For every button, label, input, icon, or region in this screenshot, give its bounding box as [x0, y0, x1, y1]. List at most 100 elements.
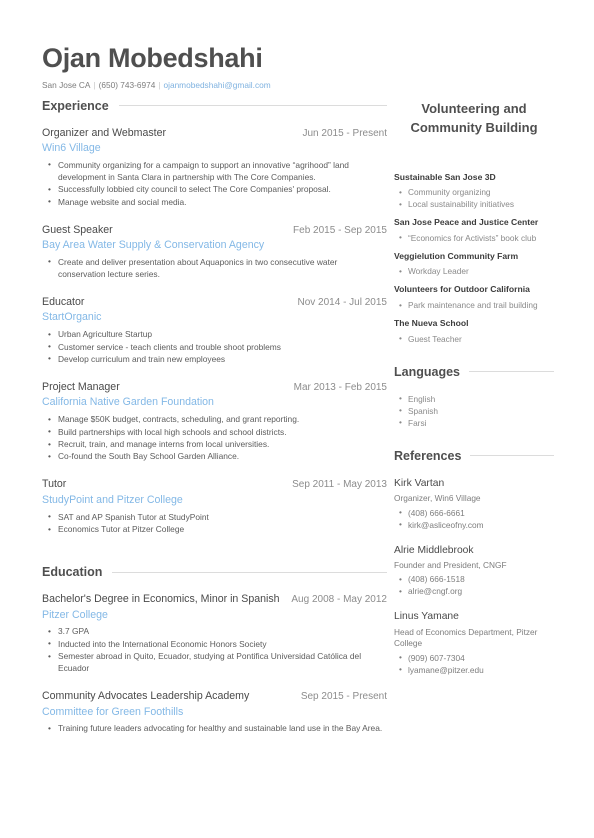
- entry-job-title: Tutor: [42, 478, 67, 491]
- page-title: Ojan Mobedshahi: [42, 43, 263, 73]
- list-item: Develop curriculum and train new employe…: [48, 353, 387, 366]
- list-item: Manage $50K budget, contracts, schedulin…: [48, 414, 387, 426]
- reference-contact-list: (909) 607-7304 lyamane@pitzer.edu: [394, 651, 554, 676]
- section-title: Education: [42, 565, 103, 580]
- contact-phone: (650) 743-6974: [98, 79, 156, 90]
- volunteering-group: San Jose Peace and Justice Center “Econo…: [394, 217, 554, 244]
- entry-header: Project Manager Mar 2013 - Feb 2015: [42, 381, 387, 395]
- entry-header: Educator Nov 2014 - Jul 2015: [42, 296, 387, 310]
- entry-organization[interactable]: StartOrganic: [42, 311, 387, 325]
- reference-role: Organizer, Win6 Village: [394, 493, 481, 504]
- entry-header: Community Advocates Leadership Academy S…: [42, 690, 387, 704]
- entry-organization[interactable]: Committee for Green Foothills: [42, 706, 387, 720]
- resume-header: Ojan Mobedshahi San Jose CA | (650) 743-69…: [42, 43, 554, 91]
- entry-date-range: Mar 2013 - Feb 2015: [293, 381, 387, 393]
- volunteering-org-name: Veggielution Community Farm: [394, 250, 519, 261]
- experience-entry: Organizer and Webmaster Jun 2015 - Prese…: [42, 127, 387, 209]
- entry-header: Guest Speaker Feb 2015 - Sep 2015: [42, 224, 387, 238]
- entry-degree-title: Community Advocates Leadership Academy: [42, 690, 250, 703]
- entry-bullet-list: Manage $50K budget, contracts, schedulin…: [42, 414, 387, 463]
- entry-degree-title: Bachelor's Degree in Economics, Minor in…: [42, 593, 280, 606]
- entry-organization[interactable]: StudyPoint and Pitzer College: [42, 494, 387, 508]
- reference-role: Founder and President, CNGF: [394, 559, 507, 570]
- entry-organization[interactable]: Win6 Village: [42, 142, 387, 156]
- list-item: Community organizing: [399, 186, 554, 198]
- resume-body-columns: Experience Organizer and Webmaster Jun 2…: [42, 99, 554, 751]
- entry-header: Organizer and Webmaster Jun 2015 - Prese…: [42, 127, 387, 141]
- education-entry: Bachelor's Degree in Economics, Minor in…: [42, 593, 387, 675]
- resume-page: Ojan Mobedshahi San Jose CA | (650) 743-69…: [0, 0, 594, 838]
- experience-entry: Educator Nov 2014 - Jul 2015 StartOrgani…: [42, 296, 387, 366]
- list-item: Farsi: [399, 416, 554, 429]
- list-item: Guest Teacher: [399, 332, 554, 345]
- volunteering-bullet-list: Community organizing Local sustainabilit…: [394, 186, 554, 210]
- main-column: Experience Organizer and Webmaster Jun 2…: [42, 99, 387, 751]
- list-item: Semester abroad in Quito, Ecuador, study…: [48, 651, 387, 675]
- list-item: Customer service - teach clients and tro…: [48, 341, 387, 354]
- section-heading-education: Education: [42, 565, 387, 579]
- section-experience: Experience Organizer and Webmaster Jun 2…: [42, 99, 387, 536]
- volunteering-org-name: San Jose Peace and Justice Center: [394, 217, 539, 228]
- entry-header: Tutor Sep 2011 - May 2013: [42, 478, 387, 492]
- reference-entry: Alrie Middlebrook Founder and President,…: [394, 544, 554, 598]
- reference-name: Linus Yamane: [394, 611, 459, 623]
- volunteering-list: Sustainable San Jose 3D Community organi…: [394, 172, 554, 345]
- entry-bullet-list: Create and deliver presentation about Aq…: [42, 256, 387, 281]
- list-item: Community organizing for a campaign to s…: [48, 159, 387, 184]
- volunteering-bullet-list: “Economics for Activists” book club: [394, 231, 554, 244]
- experience-entry: Guest Speaker Feb 2015 - Sep 2015 Bay Ar…: [42, 224, 387, 281]
- entry-date-range: Jun 2015 - Present: [302, 127, 388, 139]
- contact-location: San Jose CA: [42, 79, 91, 90]
- section-title: Languages: [394, 364, 460, 379]
- volunteering-org-name: The Nueva School: [394, 318, 469, 329]
- volunteering-bullet-list: Workday Leader: [394, 265, 554, 277]
- reference-contact-list: (408) 666-1518 alrie@cngf.org: [394, 573, 554, 597]
- entry-job-title: Guest Speaker: [42, 223, 113, 236]
- volunteering-bullet-list: Park maintenance and trail building: [394, 299, 554, 311]
- section-divider: [112, 571, 387, 573]
- list-item: Build partnerships with local high schoo…: [48, 426, 387, 439]
- reference-name: Alrie Middlebrook: [394, 544, 474, 556]
- entry-date-range: Aug 2008 - May 2012: [291, 594, 387, 606]
- reference-email[interactable]: alrie@cngf.org: [399, 585, 554, 597]
- experience-entry: Project Manager Mar 2013 - Feb 2015 Cali…: [42, 381, 387, 464]
- entry-date-range: Sep 2011 - May 2013: [292, 479, 387, 491]
- list-item: Manage website and social media.: [48, 196, 387, 209]
- entry-date-range: Feb 2015 - Sep 2015: [293, 224, 387, 236]
- entry-organization[interactable]: California Native Garden Foundation: [42, 396, 387, 410]
- entry-organization[interactable]: Pitzer College: [42, 609, 387, 623]
- volunteering-org-name: Sustainable San Jose 3D: [394, 171, 496, 182]
- reference-email[interactable]: lyamane@pitzer.edu: [399, 663, 554, 676]
- list-item: Co-found the South Bay School Garden All…: [48, 451, 387, 463]
- list-item: English: [399, 392, 554, 405]
- contact-separator-1: |: [93, 79, 96, 90]
- section-title: References: [394, 448, 462, 463]
- list-item: Workday Leader: [399, 265, 554, 277]
- entry-bullet-list: 3.7 GPA Inducted into the International …: [42, 626, 387, 675]
- list-item: “Economics for Activists” book club: [399, 231, 554, 244]
- reference-email[interactable]: kirk@asliceofny.com: [399, 518, 554, 531]
- list-item: Inducted into the International Economic…: [48, 638, 387, 651]
- sidebar-column: Volunteering and Community Building Sust…: [394, 99, 554, 689]
- contact-separator-2: |: [158, 79, 161, 90]
- entry-bullet-list: Community organizing for a campaign to s…: [42, 159, 387, 209]
- entry-job-title: Organizer and Webmaster: [42, 126, 167, 139]
- list-item: Recruit, train, and manage interns from …: [48, 439, 387, 451]
- list-item: Economics Tutor at Pitzer College: [48, 524, 387, 536]
- section-title: Experience: [42, 98, 109, 113]
- list-item: Successfully lobbied city council to sel…: [48, 184, 387, 196]
- education-entry: Community Advocates Leadership Academy S…: [42, 690, 387, 735]
- volunteering-group: Sustainable San Jose 3D Community organi…: [394, 172, 554, 211]
- reference-entry: Linus Yamane Head of Economics Departmen…: [394, 610, 554, 675]
- section-education: Education Bachelor's Degree in Economics…: [42, 565, 387, 735]
- entry-job-title: Educator: [42, 295, 85, 308]
- list-item: Create and deliver presentation about Aq…: [48, 256, 387, 281]
- entry-organization[interactable]: Bay Area Water Supply & Conservation Age…: [42, 239, 387, 253]
- contact-email-link[interactable]: ojanmobedshahi@gmail.com: [164, 80, 271, 90]
- list-item: Urban Agriculture Startup: [48, 329, 387, 341]
- reference-phone: (408) 666-6661: [399, 506, 554, 519]
- reference-phone: (408) 666-1518: [399, 573, 554, 585]
- section-divider: [469, 371, 554, 373]
- section-heading-languages: Languages: [394, 365, 554, 379]
